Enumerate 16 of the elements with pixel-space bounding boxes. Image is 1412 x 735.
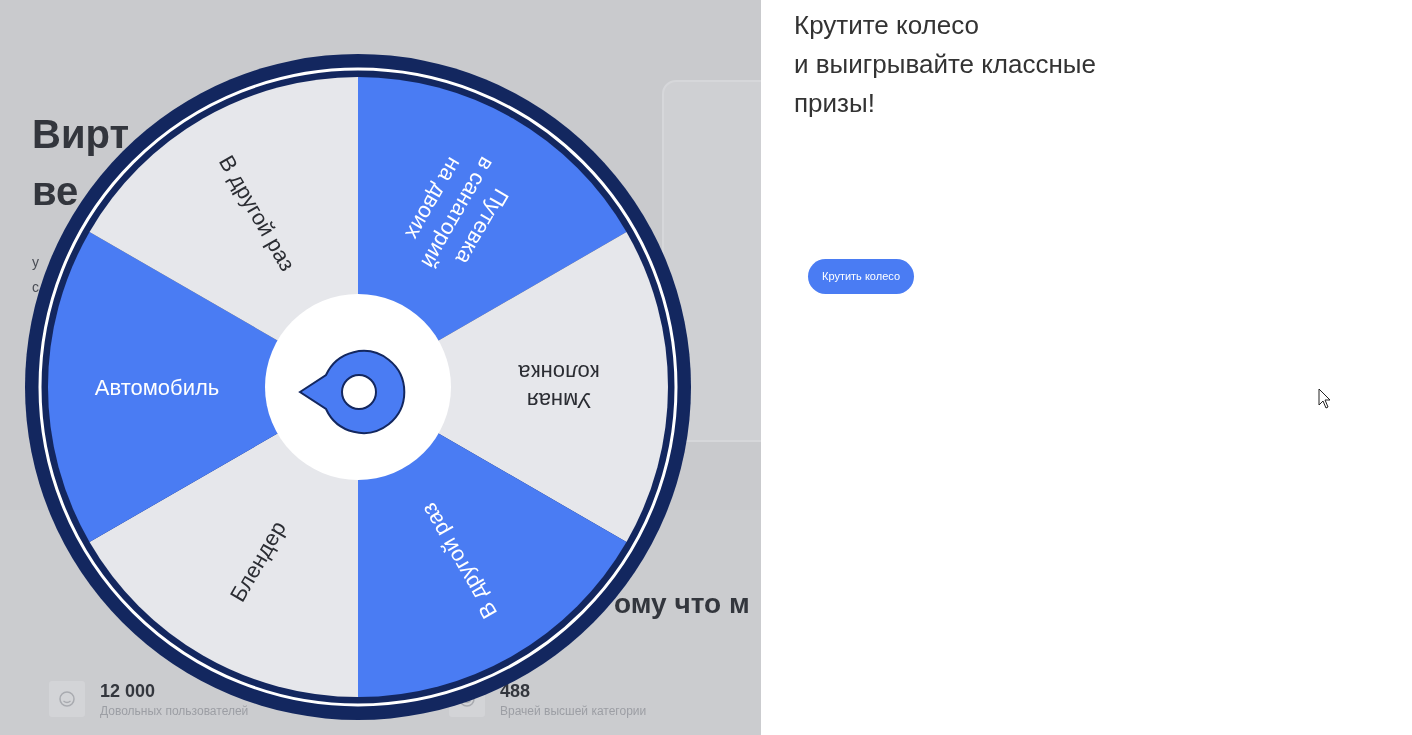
spin-button[interactable]: Крутить колесо <box>808 259 914 294</box>
smiley-icon <box>48 680 86 718</box>
cursor-icon <box>1318 388 1332 410</box>
stat-value: 12 000 <box>100 680 157 702</box>
promo-title-line: и выигрывайте классные <box>794 48 1097 81</box>
location-pin-icon <box>299 350 406 434</box>
section-heading: ому что м <box>614 587 750 621</box>
prize-label: Автомобиль <box>94 375 220 400</box>
promo-title-line: призы! <box>794 87 876 120</box>
promo-title-line: Крутите колесо <box>794 9 980 42</box>
text-fragment: у <box>32 253 39 272</box>
heading-fragment: Вирт <box>32 111 129 158</box>
prize-label: Умная колонка <box>518 360 600 413</box>
text-fragment: с <box>32 278 39 297</box>
heading-fragment: ве <box>32 168 79 215</box>
stat-value: 488 <box>500 680 532 702</box>
